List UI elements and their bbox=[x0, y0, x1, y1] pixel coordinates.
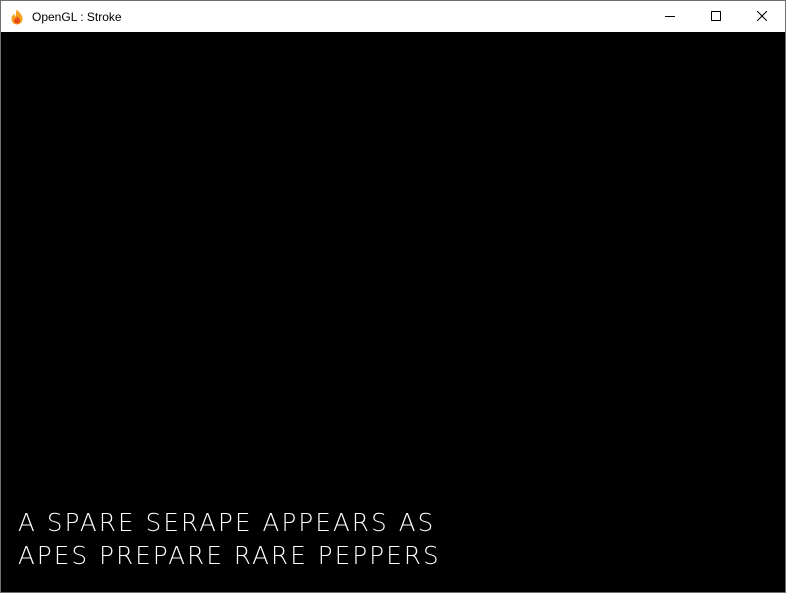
close-button[interactable] bbox=[739, 1, 785, 32]
window-title: OpenGL : Stroke bbox=[32, 10, 122, 24]
app-window: OpenGL : Stroke A SPARE SERAPE APPEARS A… bbox=[0, 0, 786, 593]
stroke-text-line-1: A SPARE SERAPE APPEARS AS bbox=[18, 508, 436, 537]
minimize-icon bbox=[665, 8, 675, 26]
close-icon bbox=[756, 8, 768, 26]
maximize-icon bbox=[711, 8, 721, 26]
minimize-button[interactable] bbox=[647, 1, 693, 32]
maximize-button[interactable] bbox=[693, 1, 739, 32]
opengl-canvas[interactable]: A SPARE SERAPE APPEARS AS APES PREPARE R… bbox=[1, 32, 785, 592]
title-bar[interactable]: OpenGL : Stroke bbox=[1, 1, 785, 32]
flame-icon bbox=[10, 9, 24, 25]
stroke-text-line-2: APES PREPARE RARE PEPPERS bbox=[18, 541, 441, 570]
